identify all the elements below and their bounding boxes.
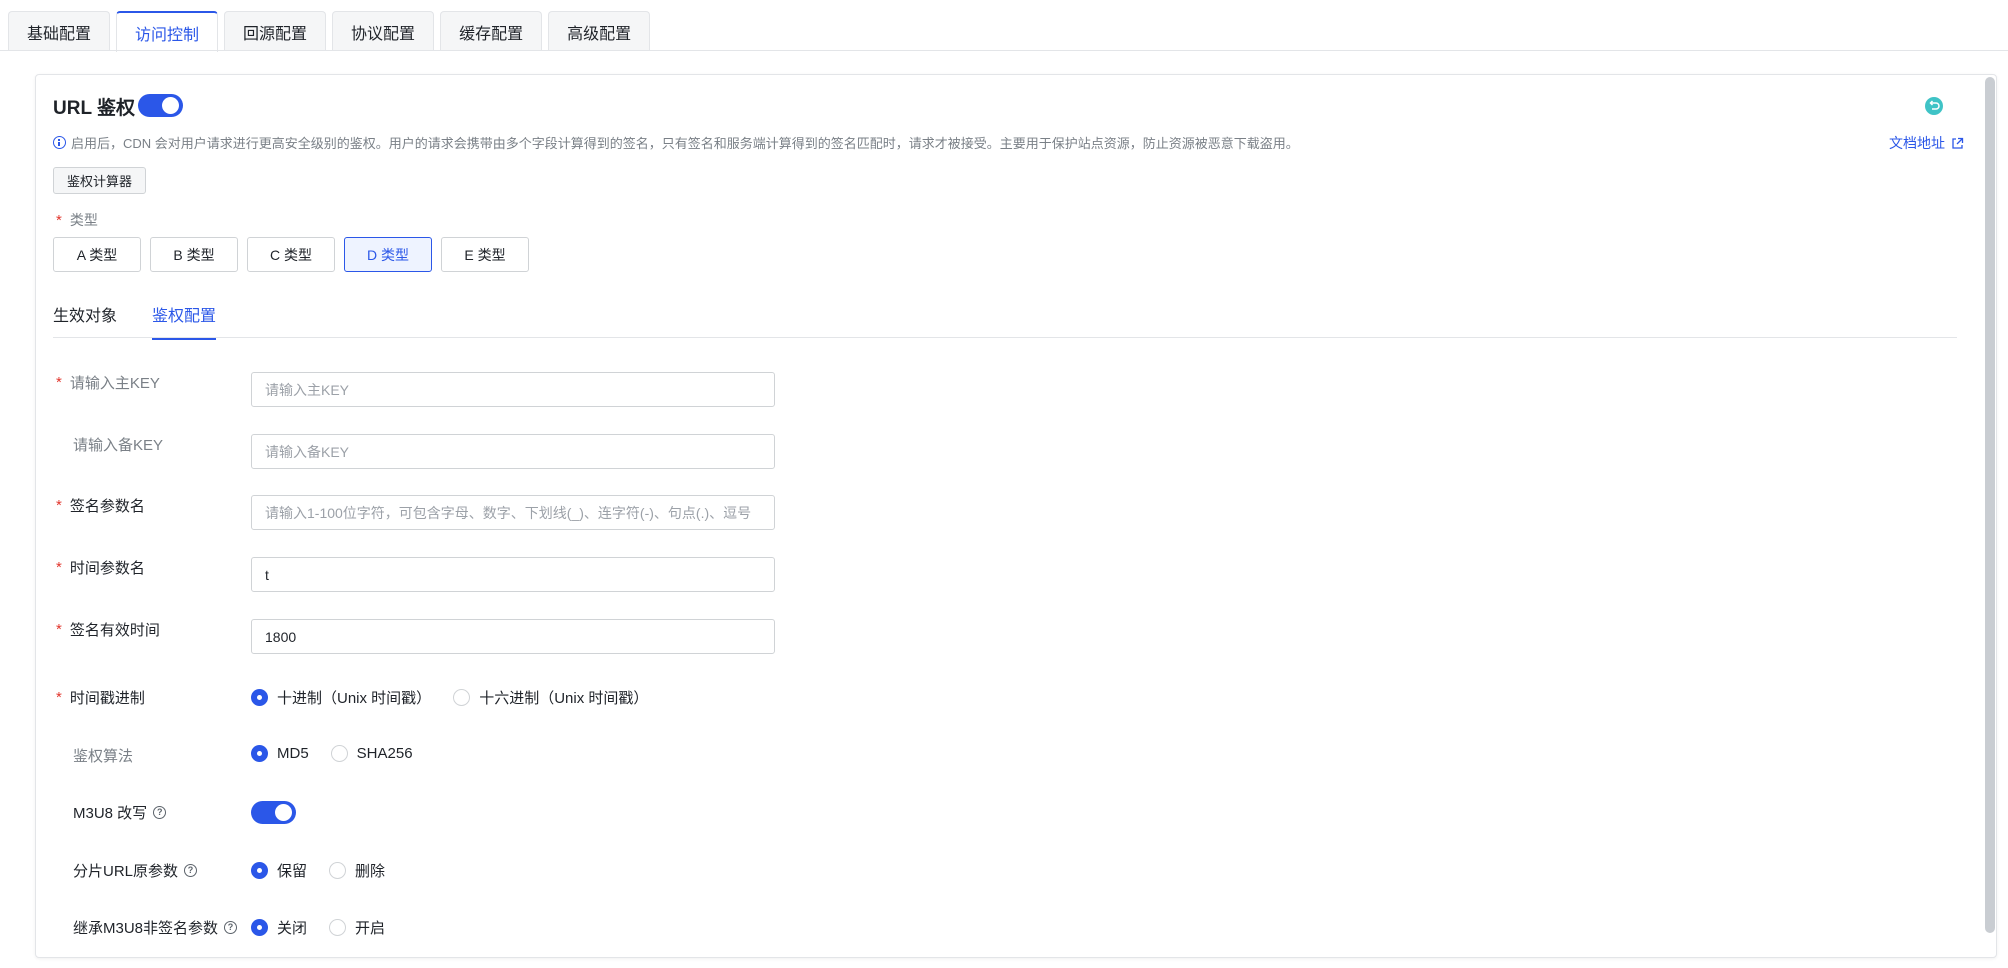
inherit-m3u8-params-label-text: 继承M3U8非签名参数 — [73, 920, 219, 937]
radio-sha256-label: SHA256 — [356, 745, 413, 762]
backup-key-label: 请输入备KEY — [56, 434, 163, 455]
url-auth-card: URL 鉴权 启用后，CDN 会对用户请求进行更高安全级别的鉴权。用户的请求会携… — [35, 74, 1997, 958]
type-c-button[interactable]: C 类型 — [247, 237, 335, 272]
tab-effective-objects[interactable]: 生效对象 — [53, 302, 117, 340]
radio-on[interactable]: 开启 — [329, 917, 385, 938]
tab-auth-config[interactable]: 鉴权配置 — [152, 302, 217, 340]
radio-dot — [330, 745, 348, 762]
required-mark: * — [56, 621, 62, 638]
section-title: URL 鉴权 — [53, 98, 135, 119]
radio-dot — [251, 919, 268, 936]
segment-url-params-radios: 保留 删除 — [251, 860, 407, 881]
sign-param-input[interactable] — [251, 495, 775, 530]
tab-origin[interactable]: 回源配置 — [224, 11, 327, 51]
radio-on-label: 开启 — [355, 920, 386, 937]
radio-hex[interactable]: 十六进制（Unix 时间戳） — [453, 687, 648, 708]
segment-url-params-label: 分片URL原参数? — [56, 860, 198, 881]
sign-ttl-label-text: 签名有效时间 — [69, 622, 160, 639]
algorithm-radios: MD5 SHA256 — [251, 745, 435, 762]
radio-delete[interactable]: 删除 — [329, 860, 385, 881]
required-mark: * — [56, 211, 62, 229]
type-b-button[interactable]: B 类型 — [150, 237, 238, 272]
sub-tabs-divider — [53, 337, 1957, 338]
toggle-knob — [275, 804, 292, 821]
radio-md5[interactable]: MD5 — [251, 745, 309, 762]
type-e-button[interactable]: E 类型 — [441, 237, 529, 272]
radio-md5-label: MD5 — [277, 745, 309, 762]
info-icon — [53, 136, 66, 149]
auth-calculator-button[interactable]: 鉴权计算器 — [53, 167, 147, 194]
scrollbar[interactable] — [1985, 77, 1995, 933]
radio-dot — [251, 862, 268, 879]
inherit-m3u8-params-radios: 关闭 开启 — [251, 917, 407, 938]
primary-key-label: * 请输入主KEY — [56, 372, 160, 393]
radio-decimal-label: 十进制（Unix 时间戳） — [277, 690, 432, 707]
sign-param-label: * 签名参数名 — [56, 495, 145, 516]
radio-dot — [251, 745, 268, 762]
radio-dot — [329, 862, 347, 879]
radio-dot — [329, 919, 347, 936]
sign-ttl-input[interactable] — [251, 619, 775, 654]
tabs-divider — [0, 50, 2008, 51]
type-a-button[interactable]: A 类型 — [53, 237, 141, 272]
radio-hex-label: 十六进制（Unix 时间戳） — [479, 690, 649, 707]
notice-text: 启用后，CDN 会对用户请求进行更高安全级别的鉴权。用户的请求会携带由多个字段计… — [71, 136, 1299, 151]
required-mark: * — [56, 559, 62, 576]
algorithm-label-text: 鉴权算法 — [73, 748, 134, 765]
algorithm-label: 鉴权算法 — [56, 745, 133, 766]
url-auth-toggle[interactable] — [138, 94, 183, 117]
timestamp-base-radios: 十进制（Unix 时间戳） 十六进制（Unix 时间戳） — [251, 687, 670, 708]
time-param-label: * 时间参数名 — [56, 557, 145, 578]
m3u8-rewrite-label-text: M3U8 改写 — [73, 805, 148, 822]
segment-url-params-label-text: 分片URL原参数 — [73, 863, 179, 880]
radio-decimal[interactable]: 十进制（Unix 时间戳） — [251, 687, 431, 708]
radio-keep-label: 保留 — [277, 863, 308, 880]
sign-ttl-label: * 签名有效时间 — [56, 619, 160, 640]
help-icon[interactable]: ? — [153, 806, 167, 819]
m3u8-rewrite-label: M3U8 改写? — [56, 802, 167, 823]
help-icon[interactable]: ? — [224, 921, 238, 934]
primary-key-input[interactable] — [251, 372, 775, 407]
reset-icon[interactable] — [1925, 97, 1943, 115]
radio-delete-label: 删除 — [355, 863, 386, 880]
type-options: A 类型 B 类型 C 类型 D 类型 E 类型 — [53, 237, 529, 272]
toggle-knob — [162, 97, 179, 114]
sub-tabs: 生效对象 鉴权配置 — [53, 302, 217, 340]
notice: 启用后，CDN 会对用户请求进行更高安全级别的鉴权。用户的请求会携带由多个字段计… — [53, 133, 1299, 152]
backup-key-label-text: 请输入备KEY — [73, 437, 164, 454]
tab-cache[interactable]: 缓存配置 — [440, 11, 543, 51]
type-d-button[interactable]: D 类型 — [344, 237, 432, 272]
radio-off-label: 关闭 — [277, 920, 308, 937]
radio-dot — [453, 689, 471, 706]
radio-dot — [251, 689, 268, 706]
backup-key-input[interactable] — [251, 434, 775, 469]
tab-protocol[interactable]: 协议配置 — [332, 11, 435, 51]
help-icon[interactable]: ? — [184, 864, 198, 877]
required-mark: * — [56, 689, 62, 706]
radio-off[interactable]: 关闭 — [251, 917, 307, 938]
time-param-label-text: 时间参数名 — [69, 560, 145, 577]
type-label-text: 类型 — [69, 212, 98, 228]
radio-keep[interactable]: 保留 — [251, 860, 307, 881]
primary-key-label-text: 请输入主KEY — [69, 375, 160, 392]
m3u8-rewrite-toggle[interactable] — [251, 801, 296, 824]
tab-basic[interactable]: 基础配置 — [8, 11, 111, 51]
doc-link-label: 文档地址 — [1889, 135, 1945, 151]
required-mark: * — [56, 497, 62, 514]
timestamp-base-label: * 时间戳进制 — [56, 687, 145, 708]
tab-advanced[interactable]: 高级配置 — [548, 11, 651, 51]
inherit-m3u8-params-label: 继承M3U8非签名参数? — [56, 917, 238, 938]
radio-sha256[interactable]: SHA256 — [330, 745, 413, 762]
top-tabs: 基础配置 访问控制 回源配置 协议配置 缓存配置 高级配置 — [8, 11, 651, 52]
timestamp-base-label-text: 时间戳进制 — [69, 690, 145, 707]
time-param-input[interactable] — [251, 557, 775, 592]
sign-param-label-text: 签名参数名 — [69, 498, 145, 515]
doc-link[interactable]: 文档地址 — [1889, 133, 1964, 153]
type-label: * 类型 — [56, 210, 98, 230]
external-link-icon — [1952, 137, 1964, 149]
tab-access-control[interactable]: 访问控制 — [116, 11, 219, 52]
required-mark: * — [56, 374, 62, 391]
